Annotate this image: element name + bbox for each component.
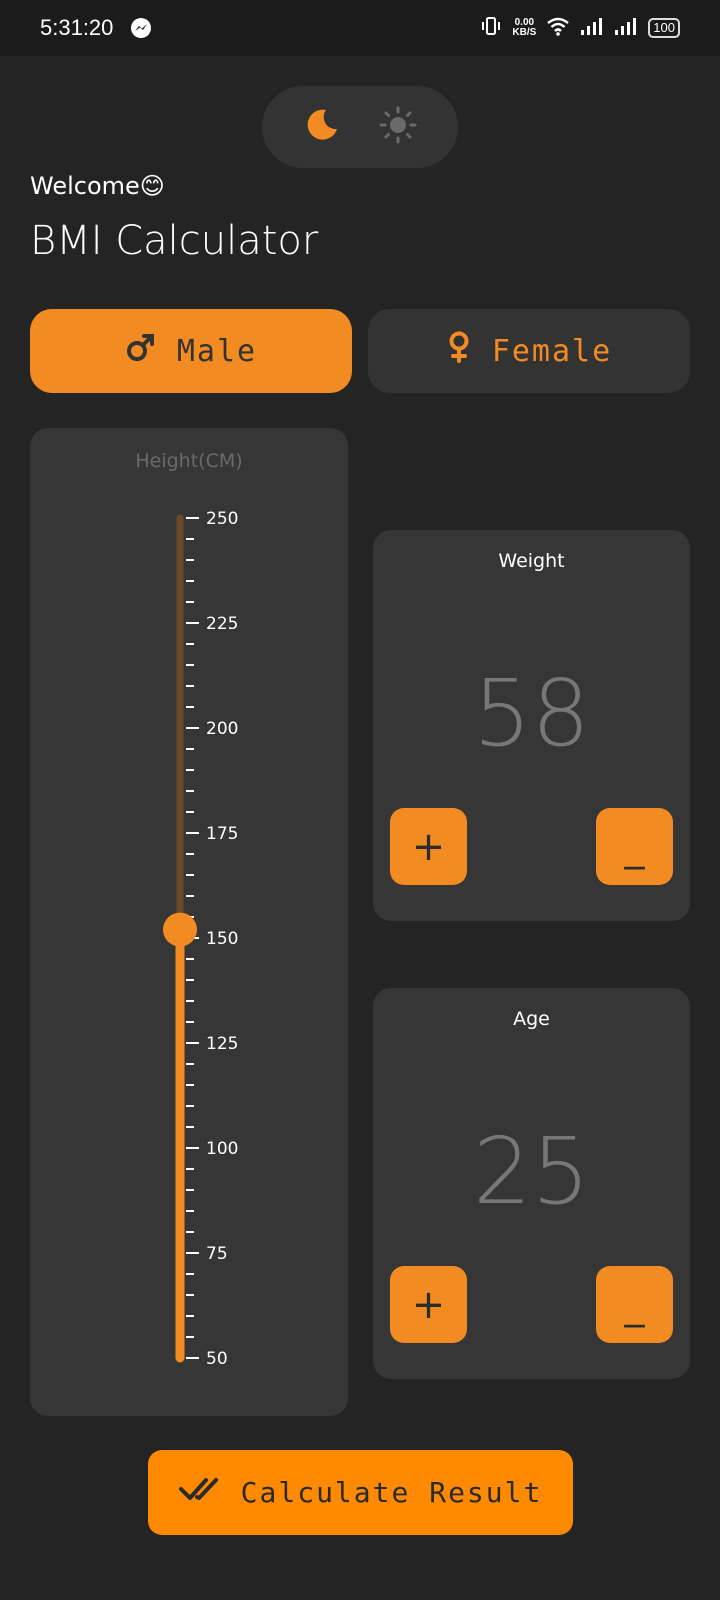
weight-plus-button[interactable]: +: [390, 808, 467, 885]
status-bar: 5:31:20 0.00 KB/S 100: [0, 0, 720, 56]
weight-value: 58: [472, 660, 591, 767]
calculate-result-button[interactable]: Calculate Result: [148, 1450, 573, 1535]
sun-icon[interactable]: [379, 106, 417, 148]
height-slider[interactable]: 250 225 200 175 150 125 100 75 50: [30, 428, 348, 1416]
age-card: Age 25 + _: [373, 988, 690, 1379]
scale-tick-label: 125: [206, 1034, 238, 1054]
male-label: Male: [176, 333, 258, 369]
scale-tick-label: 200: [206, 719, 238, 739]
weight-card: Weight 58 + _: [373, 530, 690, 921]
signal-icon-1: [580, 16, 604, 40]
status-left: 5:31:20: [40, 15, 152, 41]
theme-toggle[interactable]: [262, 86, 458, 168]
status-right: 0.00 KB/S 100: [480, 15, 680, 41]
scale-tick-label: 50: [206, 1349, 228, 1369]
signal-icon-2: [614, 16, 638, 40]
scale-tick-label: 75: [206, 1244, 228, 1264]
slider-thumb[interactable]: [163, 912, 197, 947]
male-icon: [125, 331, 157, 371]
female-icon: [446, 331, 472, 371]
weight-minus-button[interactable]: _: [596, 808, 673, 885]
age-plus-button[interactable]: +: [390, 1266, 467, 1343]
messenger-icon: [131, 18, 152, 38]
age-value: 25: [472, 1118, 591, 1225]
scale-tick-label: 150: [206, 929, 238, 949]
height-card: Height(CM) 250 225 200 175 150 125 100 75 50: [30, 428, 348, 1416]
age-minus-button[interactable]: _: [596, 1266, 673, 1343]
wifi-icon: [546, 16, 570, 40]
age-label: Age: [513, 1008, 550, 1030]
scale-tick-label: 100: [206, 1139, 238, 1159]
net-speed: 0.00 KB/S: [512, 18, 536, 38]
female-button[interactable]: Female: [368, 309, 690, 393]
calculate-result-label: Calculate Result: [240, 1476, 543, 1509]
vibrate-icon: [480, 15, 502, 41]
status-time: 5:31:20: [40, 15, 114, 40]
scale-tick-label: 250: [206, 509, 238, 529]
male-button[interactable]: Male: [30, 309, 352, 393]
moon-icon[interactable]: [304, 107, 340, 147]
double-check-icon: [178, 1475, 219, 1510]
page-title: BMI Calculator: [30, 218, 319, 264]
battery-indicator: 100: [648, 18, 680, 38]
net-speed-unit: KB/S: [512, 27, 537, 38]
weight-label: Weight: [498, 550, 565, 572]
female-label: Female: [491, 333, 613, 369]
welcome-text: Welcome😊: [30, 172, 165, 200]
scale-tick-label: 175: [206, 824, 238, 844]
scale-tick-label: 225: [206, 614, 238, 634]
